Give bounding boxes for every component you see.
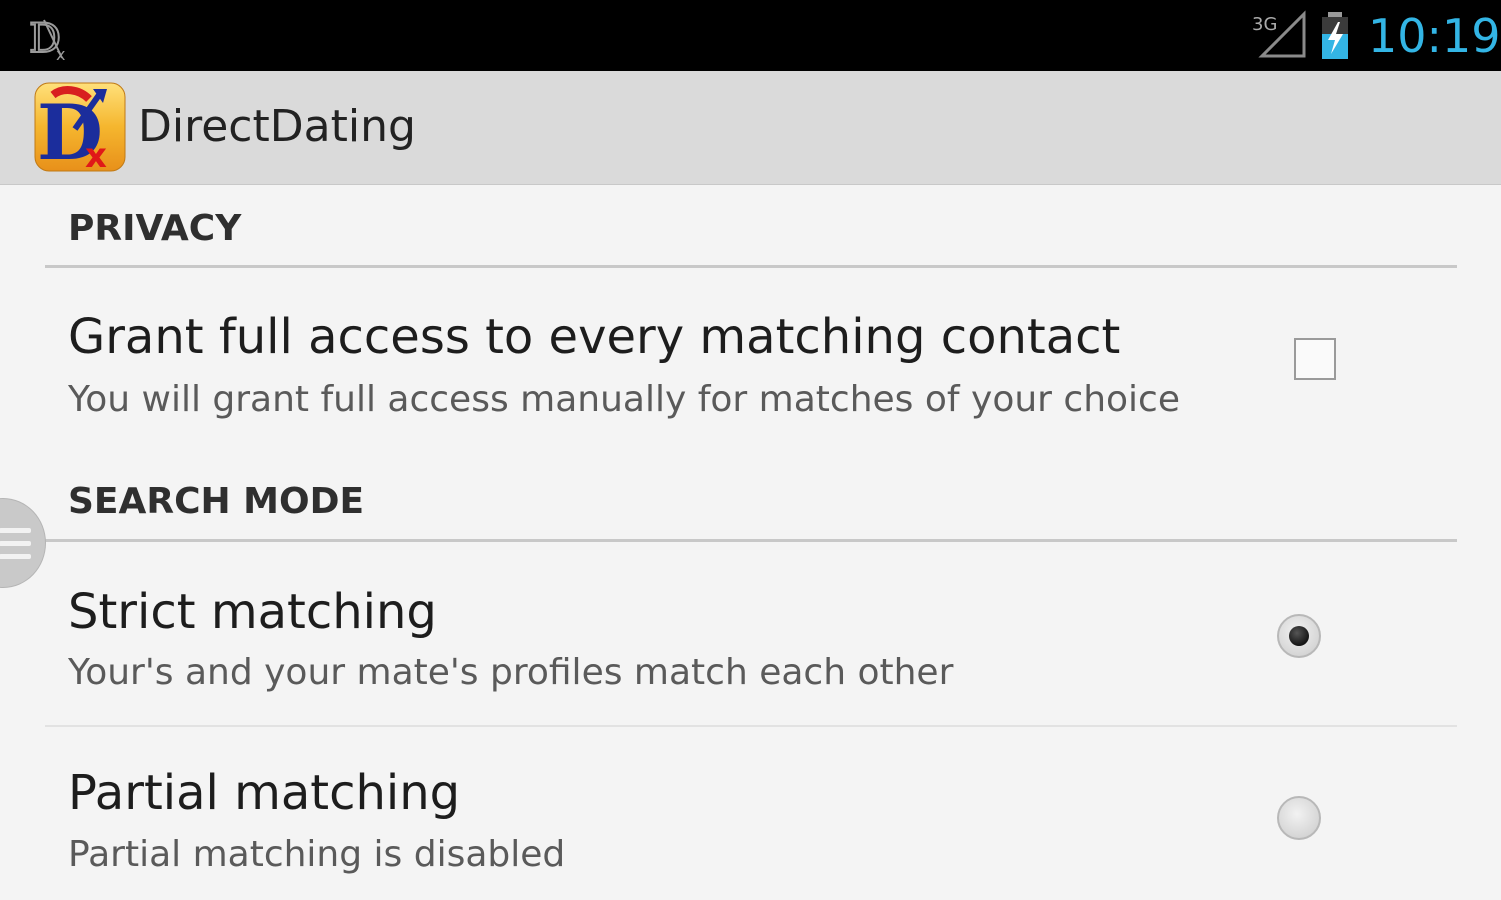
grant-full-access-checkbox[interactable] [1294, 338, 1336, 380]
svg-text:x: x [56, 45, 65, 62]
action-bar: D x DirectDating [0, 71, 1501, 185]
battery-charging-icon [1322, 12, 1348, 59]
svg-text:x: x [85, 136, 107, 173]
pref-strict-matching[interactable]: Strict matching Your's and your mate's p… [0, 543, 1501, 725]
app-title: DirectDating [138, 101, 416, 152]
radio-selected-dot [1289, 626, 1309, 646]
signal-icon: 3G [1252, 10, 1306, 58]
section-header-privacy: PRIVACY [68, 208, 242, 249]
menu-icon-bar [0, 554, 31, 559]
pref-grant-full-access[interactable]: Grant full access to every matching cont… [0, 270, 1501, 450]
clock-time: 10:19 [1368, 9, 1501, 63]
section-header-search-mode: SEARCH MODE [68, 481, 365, 522]
pref-partial-matching[interactable]: Partial matching Partial matching is dis… [0, 727, 1501, 900]
pref-title: Grant full access to every matching cont… [68, 309, 1121, 365]
network-type-label: 3G [1252, 14, 1277, 35]
directdating-notification-icon: D x [28, 15, 65, 62]
pref-summary: Partial matching is disabled [68, 834, 566, 875]
menu-icon-bar [0, 541, 31, 546]
pref-summary: Your's and your mate's profiles match ea… [68, 652, 954, 693]
status-bar: D x 3G 10:19 [0, 0, 1501, 71]
section-divider [45, 539, 1457, 542]
section-divider [45, 265, 1457, 268]
settings-list: PRIVACY Grant full access to every match… [0, 185, 1501, 900]
partial-matching-radio[interactable] [1277, 796, 1321, 840]
pref-summary: You will grant full access manually for … [68, 379, 1180, 420]
menu-icon-bar [0, 528, 31, 533]
strict-matching-radio[interactable] [1277, 614, 1321, 658]
pref-title: Partial matching [68, 765, 461, 821]
pref-title: Strict matching [68, 584, 437, 640]
directdating-logo[interactable]: D x [33, 81, 127, 173]
